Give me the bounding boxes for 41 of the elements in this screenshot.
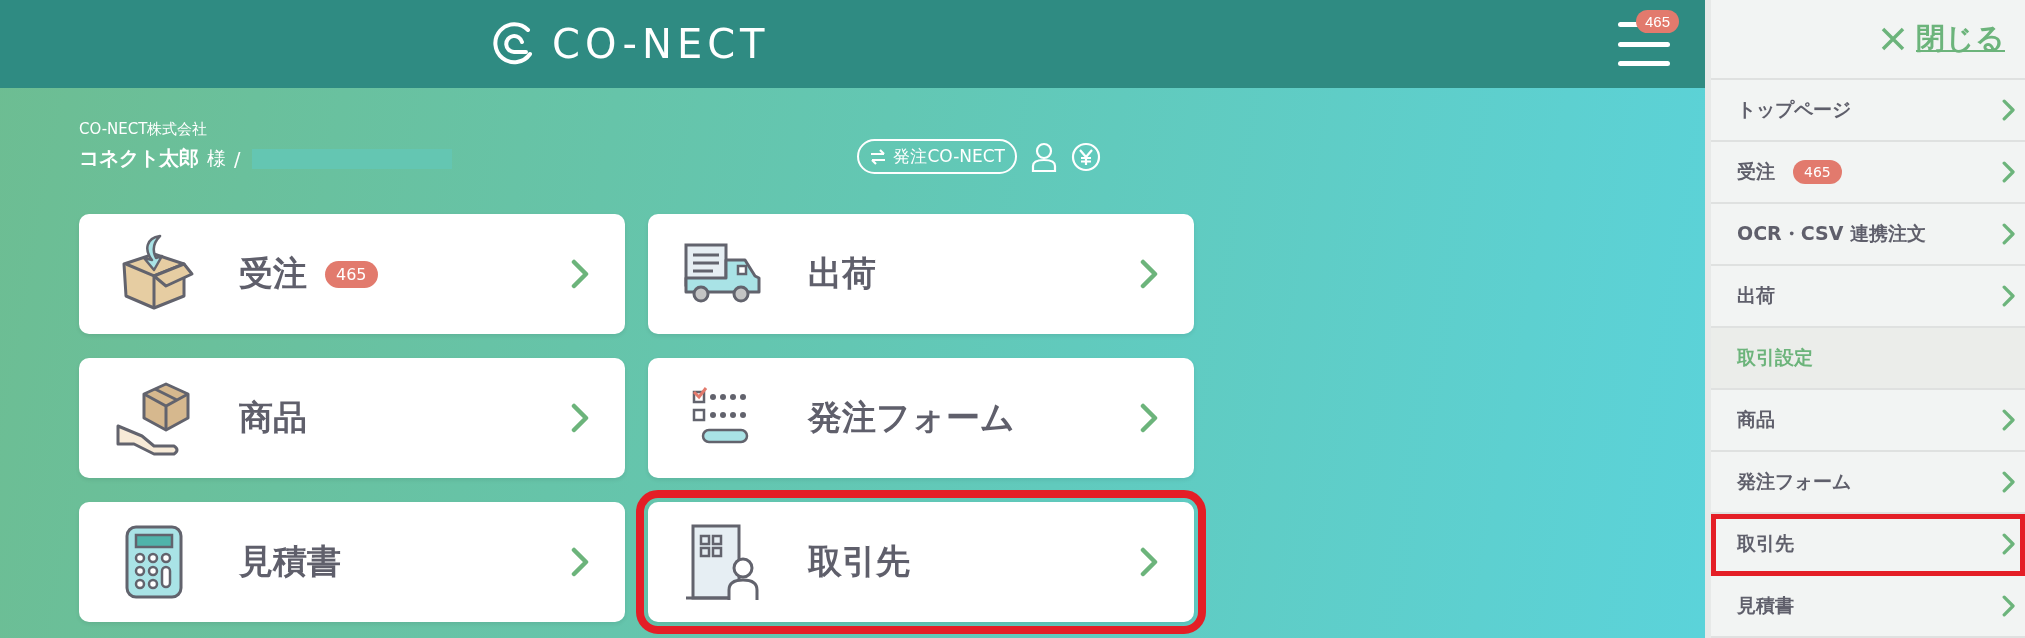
chevron-right-icon: [2001, 595, 2015, 617]
card-label: 受注: [239, 252, 307, 295]
chevron-right-icon: [1140, 403, 1158, 433]
card-label: 取引先: [808, 540, 910, 583]
chevron-right-icon: [2001, 409, 2015, 431]
company-name: CO-NECT株式会社: [79, 120, 209, 139]
notification-badge: 465: [1636, 10, 1680, 33]
section-header: 取引設定: [1711, 328, 2025, 390]
card-label: 出荷: [808, 252, 876, 295]
chevron-right-icon: [1140, 547, 1158, 577]
count-badge: 465: [1793, 160, 1842, 184]
yen-icon[interactable]: [1071, 141, 1101, 172]
honorific: 様: [207, 145, 226, 171]
close-icon[interactable]: [1880, 26, 1906, 52]
sidebar-item[interactable]: 取引先: [1711, 514, 2025, 576]
chevron-right-icon: [2001, 99, 2015, 121]
chevron-right-icon: [2001, 161, 2015, 183]
chevron-right-icon: [571, 403, 589, 433]
chevron-right-icon: [571, 259, 589, 289]
count-badge: 465: [325, 260, 378, 288]
card-label: 見積書: [239, 540, 341, 583]
user-icon[interactable]: [1031, 141, 1057, 172]
menu-card[interactable]: 発注フォーム: [648, 358, 1194, 478]
menu-card[interactable]: 商品: [79, 358, 625, 478]
menu-button[interactable]: 465: [1618, 10, 1692, 66]
separator: /: [234, 147, 241, 170]
menu-card[interactable]: 見積書: [79, 502, 625, 622]
chevron-right-icon: [2001, 471, 2015, 493]
card-label: 商品: [239, 396, 307, 439]
menu-card[interactable]: 受注 465: [79, 214, 625, 334]
swap-icon: [869, 148, 888, 165]
chevron-right-icon: [2001, 223, 2015, 245]
logo-text: CO-NECT: [552, 21, 770, 67]
chevron-right-icon: [1140, 259, 1158, 289]
chevron-right-icon: [2001, 285, 2015, 307]
card-label: 発注フォーム: [808, 396, 1015, 439]
chevron-right-icon: [571, 547, 589, 577]
calculator-icon: [124, 524, 184, 600]
menu-card[interactable]: 出荷: [648, 214, 1194, 334]
chevron-right-icon: [2001, 533, 2015, 555]
user-name: コネクト太郎: [79, 145, 199, 172]
